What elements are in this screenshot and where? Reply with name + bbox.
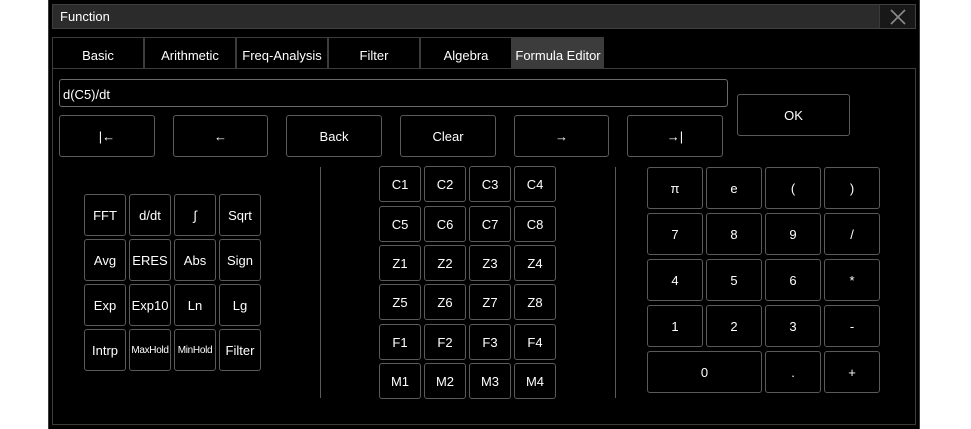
keypad-key-e[interactable]: e (706, 167, 762, 209)
keypad-key-7[interactable]: 7 (647, 213, 703, 255)
close-icon (890, 9, 906, 25)
tab-freq-analysis[interactable]: Freq-Analysis (236, 37, 328, 69)
source-key-f2[interactable]: F2 (424, 324, 466, 360)
keypad-key-divide[interactable]: / (824, 213, 880, 255)
source-key-z6[interactable]: Z6 (424, 284, 466, 320)
function-key-avg[interactable]: Avg (84, 239, 126, 281)
backspace-button[interactable]: Back (286, 115, 382, 157)
function-key-exp[interactable]: Exp (84, 284, 126, 326)
cursor-left-button[interactable]: ← (173, 115, 268, 157)
source-key-z2[interactable]: Z2 (424, 245, 466, 281)
source-key-z5[interactable]: Z5 (379, 284, 421, 320)
tab-algebra[interactable]: Algebra (420, 37, 512, 69)
dialog-title: Function (60, 9, 110, 24)
source-key-z1[interactable]: Z1 (379, 245, 421, 281)
source-key-m3[interactable]: M3 (469, 363, 511, 399)
function-key-ln[interactable]: Ln (174, 284, 216, 326)
source-key-z8[interactable]: Z8 (514, 284, 556, 320)
function-key-exp10[interactable]: Exp10 (129, 284, 171, 326)
source-key-f1[interactable]: F1 (379, 324, 421, 360)
source-key-c2[interactable]: C2 (424, 166, 466, 202)
source-key-c4[interactable]: C4 (514, 166, 556, 202)
source-key-z3[interactable]: Z3 (469, 245, 511, 281)
keypad-key-1[interactable]: 1 (647, 305, 703, 347)
clear-button[interactable]: Clear (400, 115, 496, 157)
source-key-c8[interactable]: C8 (514, 206, 556, 242)
divider-right (615, 167, 616, 398)
function-key-integral[interactable]: ∫ (174, 194, 216, 236)
function-key-fft[interactable]: FFT (84, 194, 126, 236)
tab-basic[interactable]: Basic (52, 37, 144, 69)
keypad-key-2[interactable]: 2 (706, 305, 762, 347)
keypad-key-decimal[interactable]: . (765, 351, 821, 393)
source-key-c1[interactable]: C1 (379, 166, 421, 202)
function-key-maxhold[interactable]: MaxHold (129, 329, 171, 371)
function-key-lg[interactable]: Lg (219, 284, 261, 326)
source-key-m4[interactable]: M4 (514, 363, 556, 399)
ok-button[interactable]: OK (737, 94, 850, 136)
function-key-minhold[interactable]: MinHold (174, 329, 216, 371)
cursor-right-button[interactable]: → (514, 115, 609, 157)
source-key-m1[interactable]: M1 (379, 363, 421, 399)
source-key-f4[interactable]: F4 (514, 324, 556, 360)
source-key-c7[interactable]: C7 (469, 206, 511, 242)
function-key-derivative[interactable]: d/dt (129, 194, 171, 236)
close-button[interactable] (879, 5, 915, 28)
keypad-key-plus[interactable]: + (824, 351, 880, 393)
source-key-m2[interactable]: M2 (424, 363, 466, 399)
tab-formula-editor[interactable]: Formula Editor (512, 37, 604, 69)
source-key-z7[interactable]: Z7 (469, 284, 511, 320)
keypad-key-0[interactable]: 0 (647, 351, 762, 393)
title-bar: Function (52, 4, 916, 29)
tab-filter[interactable]: Filter (328, 37, 420, 69)
function-key-abs[interactable]: Abs (174, 239, 216, 281)
keypad-key-6[interactable]: 6 (765, 259, 821, 301)
keypad-key-multiply[interactable]: * (824, 259, 880, 301)
keypad-key-3[interactable]: 3 (765, 305, 821, 347)
keypad-key-9[interactable]: 9 (765, 213, 821, 255)
keypad-key-close-paren[interactable]: ) (824, 167, 880, 209)
source-key-c5[interactable]: C5 (379, 206, 421, 242)
keypad-key-5[interactable]: 5 (706, 259, 762, 301)
source-key-c6[interactable]: C6 (424, 206, 466, 242)
source-key-z4[interactable]: Z4 (514, 245, 556, 281)
function-key-sign[interactable]: Sign (219, 239, 261, 281)
keypad-key-minus[interactable]: - (824, 305, 880, 347)
keypad-key-pi[interactable]: π (647, 167, 703, 209)
cursor-end-button[interactable]: →| (627, 115, 723, 157)
formula-input[interactable]: d(C5)/dt (59, 79, 728, 107)
cursor-home-button[interactable]: |← (59, 115, 155, 157)
source-key-f3[interactable]: F3 (469, 324, 511, 360)
tab-arithmetic[interactable]: Arithmetic (144, 37, 236, 69)
keypad-key-8[interactable]: 8 (706, 213, 762, 255)
function-key-intrp[interactable]: Intrp (84, 329, 126, 371)
function-key-eres[interactable]: ERES (129, 239, 171, 281)
function-key-filter[interactable]: Filter (219, 329, 261, 371)
divider-left (320, 167, 321, 398)
keypad-key-4[interactable]: 4 (647, 259, 703, 301)
source-key-c3[interactable]: C3 (469, 166, 511, 202)
function-key-sqrt[interactable]: Sqrt (219, 194, 261, 236)
keypad-key-open-paren[interactable]: ( (765, 167, 821, 209)
